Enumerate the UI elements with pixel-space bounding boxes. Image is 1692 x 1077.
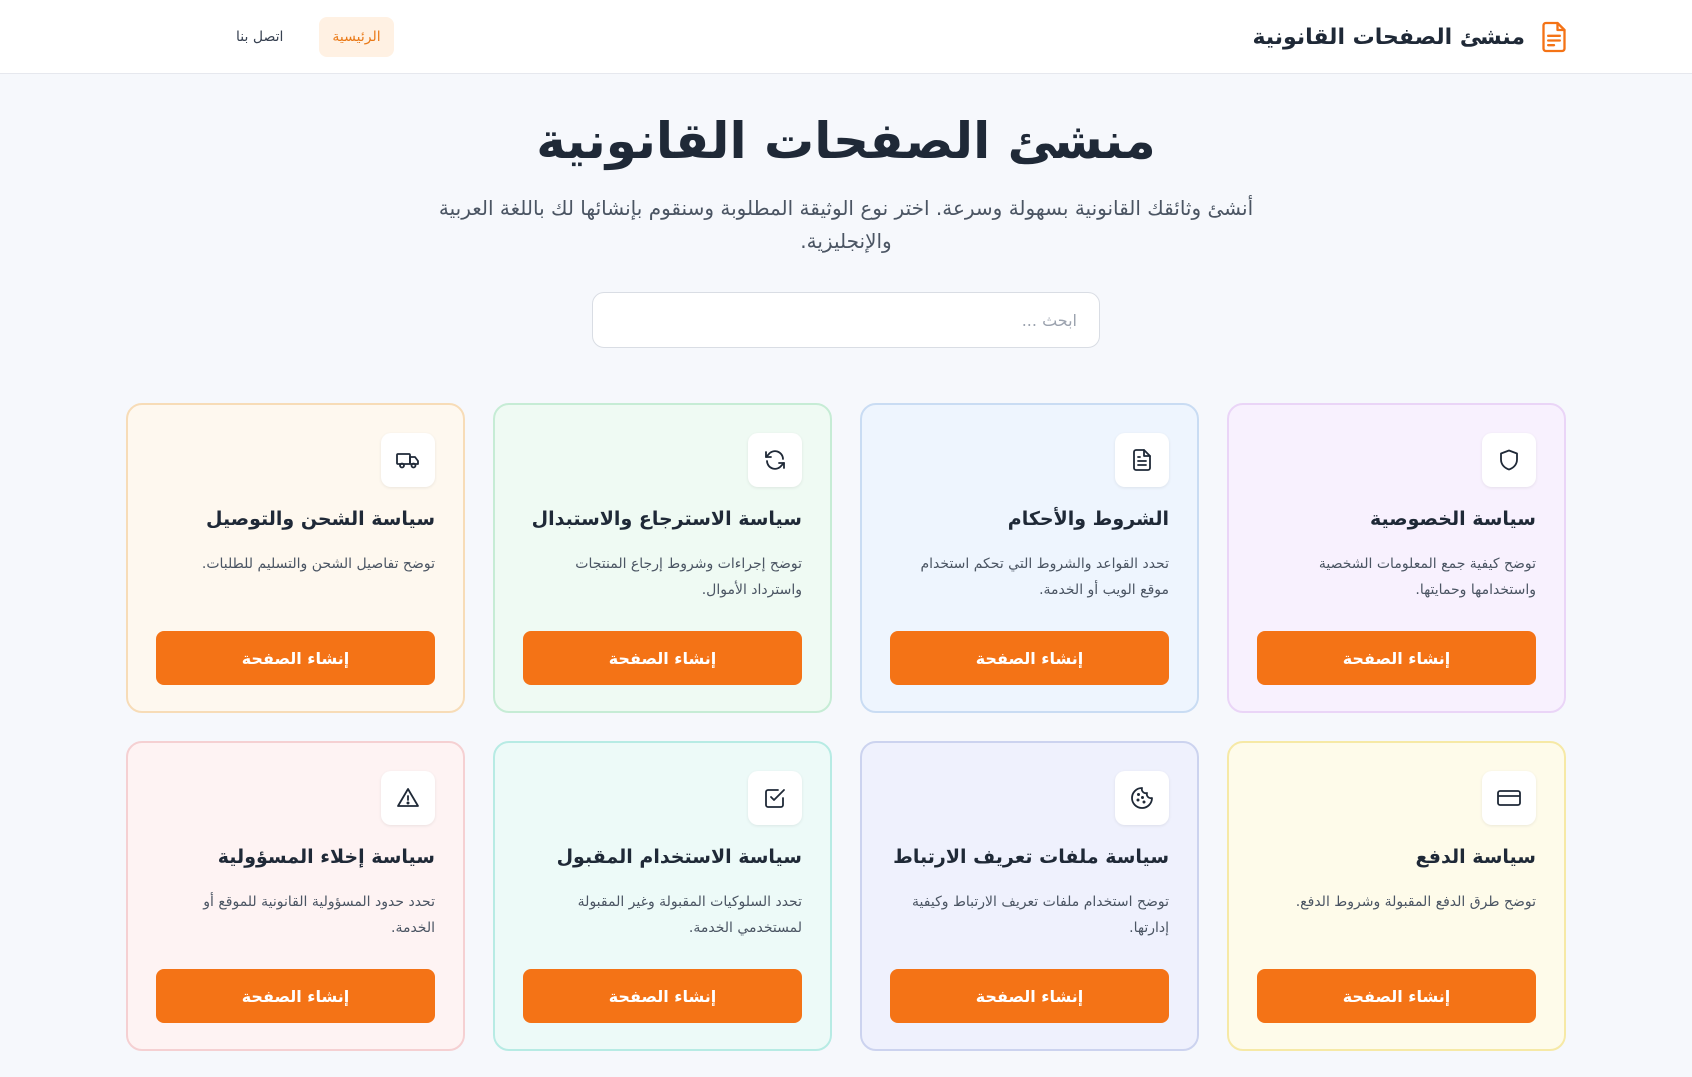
create-page-button[interactable]: إنشاء الصفحة [156,969,435,1023]
file-text-icon [1115,433,1169,487]
card-title: سياسة الشحن والتوصيل [206,508,435,530]
create-page-button[interactable]: إنشاء الصفحة [1257,631,1536,685]
nav-link-home[interactable]: الرئيسية [319,17,394,57]
brand-title: منشئ الصفحات القانونية [1252,24,1525,50]
shield-icon [1482,433,1536,487]
card-payment-policy: سياسة الدفع توضح طرق الدفع المقبولة وشرو… [1227,741,1566,1051]
card-description: توضح كيفية جمع المعلومات الشخصية واستخدا… [1318,556,1536,598]
card-title: سياسة الخصوصية [1369,508,1536,530]
card-description: توضح تفاصيل الشحن والتسليم للطلبات. [201,556,435,572]
check-square-icon [748,771,802,825]
create-page-button[interactable]: إنشاء الصفحة [890,631,1169,685]
create-page-button[interactable]: إنشاء الصفحة [1257,969,1536,1023]
card-disclaimer: سياسة إخلاء المسؤولية تحدد حدود المسؤولي… [126,741,465,1051]
create-page-button[interactable]: إنشاء الصفحة [523,969,802,1023]
create-page-button[interactable]: إنشاء الصفحة [156,631,435,685]
card-privacy-policy: سياسة الخصوصية توضح كيفية جمع المعلومات … [1227,403,1566,713]
truck-icon [381,433,435,487]
nav-link-contact[interactable]: اتصل بنا [236,17,283,57]
document-icon [1539,19,1569,55]
page-title: منشئ الصفحات القانونية [536,112,1156,170]
alert-triangle-icon [381,771,435,825]
create-page-button[interactable]: إنشاء الصفحة [523,631,802,685]
card-title: سياسة الدفع [1415,846,1536,868]
card-title: الشروط والأحكام [1007,508,1169,530]
card-title: سياسة الاسترجاع والاستبدال [531,508,802,530]
card-cookie-policy: سياسة ملفات تعريف الارتباط توضح استخدام … [860,741,1199,1051]
document-type-grid: سياسة الخصوصية توضح كيفية جمع المعلومات … [125,403,1566,1051]
create-page-button[interactable]: إنشاء الصفحة [890,969,1169,1023]
card-return-refund: سياسة الاسترجاع والاستبدال توضح إجراءات … [493,403,832,713]
card-description: توضح إجراءات وشروط إرجاع المنتجات واسترد… [575,556,802,598]
card-terms-conditions: الشروط والأحكام تحدد القواعد والشروط الت… [860,403,1199,713]
card-description: تحدد القواعد والشروط التي تحكم استخدام م… [920,556,1170,598]
card-title: سياسة ملفات تعريف الارتباط [893,846,1169,868]
top-navbar: منشئ الصفحات القانونية الرئيسية اتصل بنا [0,0,1692,74]
card-acceptable-use: سياسة الاستخدام المقبول تحدد السلوكيات ا… [493,741,832,1051]
card-description: تحدد السلوكيات المقبولة وغير المقبولة لم… [577,894,802,936]
card-shipping-delivery: سياسة الشحن والتوصيل توضح تفاصيل الشحن و… [126,403,465,713]
brand[interactable]: منشئ الصفحات القانونية [1252,18,1569,56]
card-description: توضح طرق الدفع المقبولة وشروط الدفع. [1295,894,1536,910]
cookie-icon [1115,771,1169,825]
credit-card-icon [1482,771,1536,825]
card-description: تحدد حدود المسؤولية القانونية للموقع أو … [203,894,435,936]
search-input[interactable] [592,292,1100,348]
card-title: سياسة الاستخدام المقبول [556,846,802,868]
refresh-icon [748,433,802,487]
page-subtitle: أنشئ وثائقك القانونية بسهولة وسرعة. اختر… [438,196,1254,253]
card-description: توضح استخدام ملفات تعريف الارتباط وكيفية… [912,894,1169,936]
card-title: سياسة إخلاء المسؤولية [217,846,435,868]
main-nav: الرئيسية اتصل بنا [236,17,394,57]
